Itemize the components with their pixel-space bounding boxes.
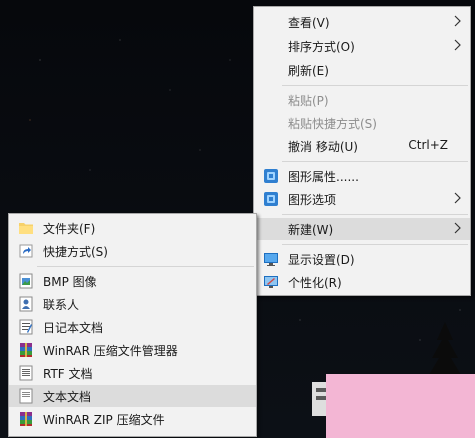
submenu-item-winrar[interactable]: WinRAR 压缩文件管理器 bbox=[9, 339, 256, 361]
menu-item-graphics-options[interactable]: 图形选项 bbox=[254, 188, 470, 210]
folder-icon bbox=[19, 223, 33, 234]
menu-item-graphics-properties[interactable]: 图形属性...... bbox=[254, 165, 470, 187]
menu-item-label: BMP 图像 bbox=[43, 275, 97, 289]
winrar-icon bbox=[20, 343, 32, 357]
intel-graphics-icon bbox=[264, 192, 278, 206]
menu-item-view[interactable]: 查看(V) bbox=[254, 11, 470, 33]
pink-overlay bbox=[326, 374, 475, 438]
chevron-right-icon bbox=[454, 222, 461, 234]
menu-separator bbox=[282, 161, 468, 162]
menu-item-label: 文件夹(F) bbox=[43, 222, 96, 236]
chevron-right-icon bbox=[454, 15, 461, 27]
menu-item-label: 新建(W) bbox=[288, 223, 334, 237]
submenu-item-folder[interactable]: 文件夹(F) bbox=[9, 217, 256, 239]
menu-item-label: 显示设置(D) bbox=[288, 253, 355, 267]
menu-item-label: 文本文档 bbox=[43, 390, 92, 404]
journal-document-icon bbox=[19, 319, 33, 335]
text-document-icon bbox=[19, 388, 33, 404]
menu-item-label: WinRAR ZIP 压缩文件 bbox=[43, 413, 165, 427]
menu-separator bbox=[282, 244, 468, 245]
menu-item-new[interactable]: 新建(W) bbox=[254, 218, 470, 240]
shortcut-text: Ctrl+Z bbox=[408, 138, 448, 152]
menu-item-label: 撤消 移动(U) bbox=[288, 140, 358, 154]
menu-item-label: 联系人 bbox=[43, 298, 80, 312]
contact-icon bbox=[19, 296, 33, 312]
submenu-item-contact[interactable]: 联系人 bbox=[9, 293, 256, 315]
menu-item-label: 图形选项 bbox=[288, 193, 337, 207]
new-submenu: 文件夹(F) 快捷方式(S) BMP 图像 联系人 日记本文档 WinRAR 压… bbox=[8, 213, 257, 437]
shortcut-icon bbox=[19, 244, 33, 258]
menu-item-sort[interactable]: 排序方式(O) bbox=[254, 35, 470, 57]
menu-item-label: 快捷方式(S) bbox=[43, 245, 108, 259]
menu-item-label: 刷新(E) bbox=[288, 64, 329, 78]
submenu-item-shortcut[interactable]: 快捷方式(S) bbox=[9, 240, 256, 262]
menu-item-paste-shortcut[interactable]: 粘贴快捷方式(S) bbox=[254, 112, 470, 134]
chevron-right-icon bbox=[454, 192, 461, 204]
submenu-item-rtf-document[interactable]: RTF 文档 bbox=[9, 362, 256, 384]
rtf-document-icon bbox=[19, 365, 33, 381]
menu-item-label: 粘贴快捷方式(S) bbox=[288, 117, 377, 131]
menu-item-paste[interactable]: 粘贴(P) bbox=[254, 89, 470, 111]
menu-item-label: RTF 文档 bbox=[43, 367, 93, 381]
menu-item-label: WinRAR 压缩文件管理器 bbox=[43, 344, 178, 358]
submenu-item-bmp-image[interactable]: BMP 图像 bbox=[9, 270, 256, 292]
menu-item-label: 图形属性...... bbox=[288, 170, 359, 184]
submenu-item-text-document[interactable]: 文本文档 bbox=[9, 385, 256, 407]
menu-item-display-settings[interactable]: 显示设置(D) bbox=[254, 248, 470, 270]
menu-item-label: 粘贴(P) bbox=[288, 94, 329, 108]
menu-item-personalize[interactable]: 个性化(R) bbox=[254, 271, 470, 293]
menu-item-label: 个性化(R) bbox=[288, 276, 342, 290]
menu-item-refresh[interactable]: 刷新(E) bbox=[254, 59, 470, 81]
chevron-right-icon bbox=[454, 39, 461, 51]
submenu-item-winrar-zip[interactable]: WinRAR ZIP 压缩文件 bbox=[9, 408, 256, 430]
intel-graphics-icon bbox=[264, 169, 278, 183]
menu-separator bbox=[282, 85, 468, 86]
menu-item-undo-move[interactable]: 撤消 移动(U) Ctrl+Z bbox=[254, 135, 470, 157]
personalize-icon bbox=[264, 276, 278, 288]
menu-item-label: 日记本文档 bbox=[43, 321, 104, 335]
submenu-item-journal-document[interactable]: 日记本文档 bbox=[9, 316, 256, 338]
winrar-zip-icon bbox=[20, 412, 32, 426]
desktop-context-menu: 查看(V) 排序方式(O) 刷新(E) 粘贴(P) 粘贴快捷方式(S) 撤消 移… bbox=[253, 6, 471, 296]
menu-separator bbox=[282, 214, 468, 215]
bmp-image-icon bbox=[19, 273, 33, 289]
display-settings-icon bbox=[264, 253, 278, 266]
menu-item-label: 排序方式(O) bbox=[288, 40, 355, 54]
menu-separator bbox=[37, 266, 254, 267]
menu-item-label: 查看(V) bbox=[288, 16, 330, 30]
